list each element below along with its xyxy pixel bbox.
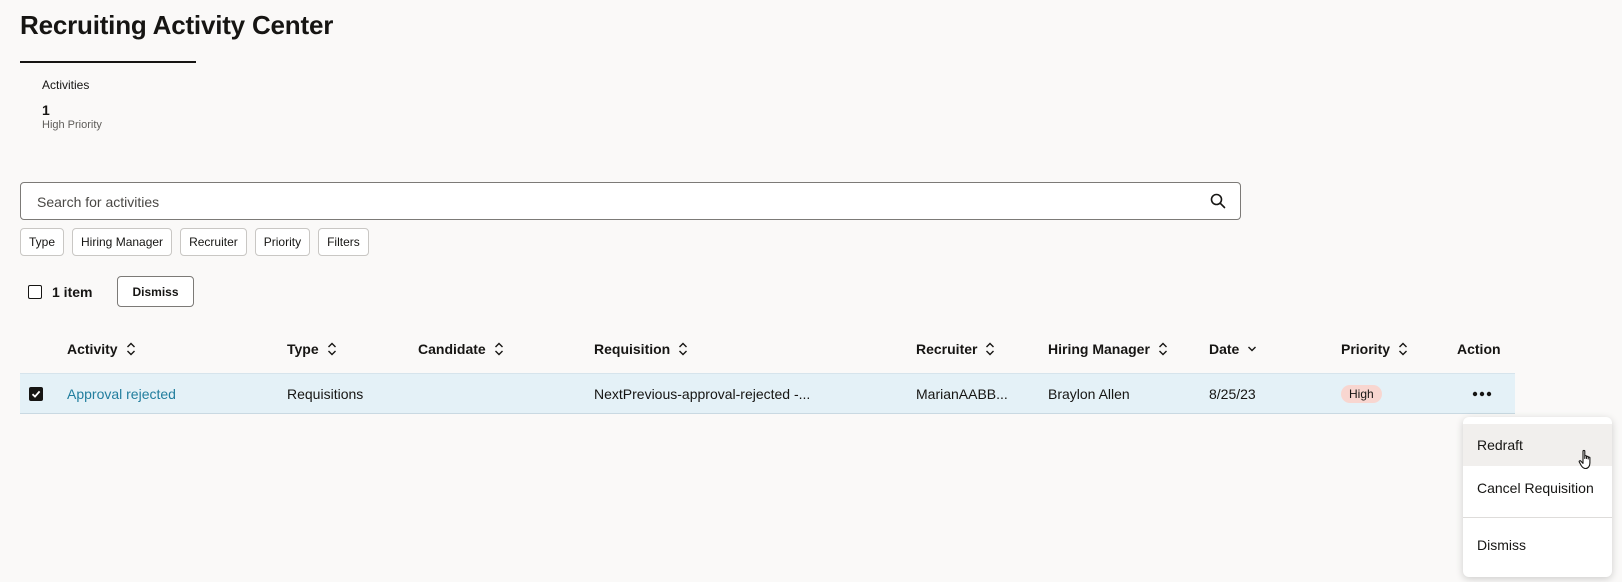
column-header-recruiter[interactable]: Recruiter bbox=[916, 330, 995, 368]
activities-stat[interactable]: Activities 1 High Priority bbox=[42, 78, 102, 131]
cell-priority: High bbox=[1341, 374, 1382, 414]
stat-value: 1 bbox=[42, 102, 50, 118]
sort-icon bbox=[1158, 342, 1167, 356]
cell-requisition: NextPrevious-approval-rejected -... bbox=[594, 386, 811, 402]
dismiss-button[interactable]: Dismiss bbox=[117, 276, 194, 307]
stat-sublabel: High Priority bbox=[42, 119, 102, 131]
more-options-icon[interactable] bbox=[1464, 383, 1500, 405]
column-header-requisition[interactable]: Requisition bbox=[594, 330, 688, 368]
cell-hiring-manager: Braylon Allen bbox=[1048, 386, 1130, 402]
column-header-date[interactable]: Date bbox=[1209, 330, 1257, 368]
cell-type: Requisitions bbox=[287, 386, 364, 402]
select-all-checkbox[interactable] bbox=[28, 284, 42, 299]
activity-link[interactable]: Approval rejected bbox=[67, 374, 176, 414]
sort-icon bbox=[494, 342, 503, 356]
search-input[interactable] bbox=[35, 183, 1179, 221]
column-label: Candidate bbox=[418, 341, 486, 357]
selected-count: 1 item bbox=[52, 283, 93, 300]
column-label: Hiring Manager bbox=[1048, 341, 1150, 357]
filter-chip-priority[interactable]: Priority bbox=[254, 228, 311, 256]
search-box[interactable] bbox=[20, 182, 1241, 221]
column-label: Activity bbox=[67, 341, 118, 357]
sort-icon bbox=[986, 342, 995, 356]
search-icon[interactable] bbox=[1210, 193, 1226, 209]
menu-item-dismiss[interactable]: Dismiss bbox=[1463, 524, 1612, 566]
column-label: Recruiter bbox=[916, 341, 978, 357]
filter-chips: Type Hiring Manager Recruiter Priority F… bbox=[20, 228, 369, 256]
stat-label: Activities bbox=[42, 78, 90, 92]
column-header-type[interactable]: Type bbox=[287, 330, 337, 368]
column-label: Action bbox=[1457, 341, 1501, 357]
title-underline bbox=[20, 61, 196, 63]
column-header-hiring-manager[interactable]: Hiring Manager bbox=[1048, 330, 1168, 368]
filter-chip-type[interactable]: Type bbox=[20, 228, 65, 256]
hand-cursor-icon bbox=[1578, 449, 1591, 470]
column-label: Type bbox=[287, 341, 319, 357]
table-header: Activity Type Candidate Requisition Recr… bbox=[20, 330, 1515, 368]
sort-icon bbox=[126, 342, 135, 356]
row-checkbox[interactable] bbox=[29, 387, 43, 401]
selection-bar: 1 item Dismiss bbox=[28, 276, 194, 307]
page-title: Recruiting Activity Center bbox=[20, 10, 334, 40]
sort-descending-icon bbox=[1248, 346, 1257, 352]
action-menu: Redraft Cancel Requisition Dismiss bbox=[1463, 417, 1612, 577]
filter-chip-recruiter[interactable]: Recruiter bbox=[180, 228, 247, 256]
priority-badge: High bbox=[1341, 385, 1382, 403]
sort-icon bbox=[327, 342, 336, 356]
column-header-priority[interactable]: Priority bbox=[1341, 330, 1408, 368]
column-header-candidate[interactable]: Candidate bbox=[418, 330, 504, 368]
sort-icon bbox=[1399, 342, 1408, 356]
cell-recruiter: MarianAABB... bbox=[916, 386, 1008, 402]
column-header-action: Action bbox=[1457, 330, 1501, 368]
menu-divider bbox=[1463, 517, 1612, 518]
table-row[interactable]: Approval rejected Requisitions NextPrevi… bbox=[20, 373, 1515, 414]
column-header-activity[interactable]: Activity bbox=[67, 330, 136, 368]
cell-date: 8/25/23 bbox=[1209, 386, 1256, 402]
column-label: Priority bbox=[1341, 341, 1391, 357]
menu-item-cancel-requisition[interactable]: Cancel Requisition bbox=[1463, 467, 1612, 509]
sort-icon bbox=[679, 342, 688, 356]
checkmark-icon bbox=[31, 390, 41, 398]
cell-action bbox=[1464, 374, 1500, 414]
filter-chip-filters[interactable]: Filters bbox=[318, 228, 369, 256]
row-select[interactable] bbox=[29, 374, 43, 414]
column-label: Date bbox=[1209, 341, 1240, 357]
column-label: Requisition bbox=[594, 341, 671, 357]
filter-chip-hiring-manager[interactable]: Hiring Manager bbox=[72, 228, 173, 256]
